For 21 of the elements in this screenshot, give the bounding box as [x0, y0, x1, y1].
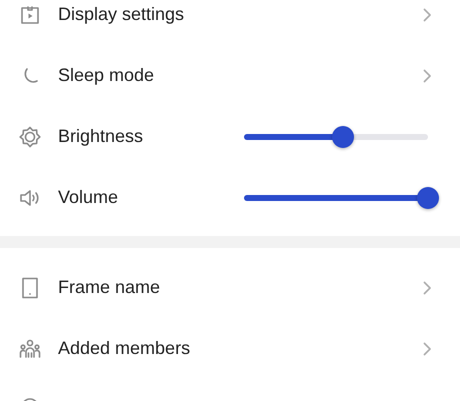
setting-label: Added members — [58, 337, 190, 360]
tablet-icon — [21, 276, 39, 298]
sun-icon — [19, 126, 41, 148]
chevron-right-icon — [423, 342, 432, 356]
slider-thumb[interactable] — [417, 186, 439, 208]
speaker-icon — [19, 188, 41, 206]
setting-label: Frame name — [58, 276, 160, 299]
setting-label: Sleep mode — [58, 64, 154, 87]
slider-thumb[interactable] — [332, 126, 354, 148]
chevron-right-icon — [423, 280, 432, 294]
setting-label: Volume — [58, 186, 118, 209]
setting-label: Brightness — [58, 125, 144, 148]
people-icon — [19, 338, 41, 358]
settings-row[interactable]: Added members — [0, 318, 460, 379]
settings-row[interactable]: Display settings — [0, 0, 460, 45]
chevron-right-icon — [423, 8, 432, 22]
setting-label: Display settings — [58, 3, 184, 26]
settings-row[interactable]: Sleep mode — [0, 45, 460, 106]
chevron-right-icon — [423, 68, 432, 82]
settings-row[interactable]: Frame name — [0, 257, 460, 318]
display-icon — [20, 4, 40, 24]
